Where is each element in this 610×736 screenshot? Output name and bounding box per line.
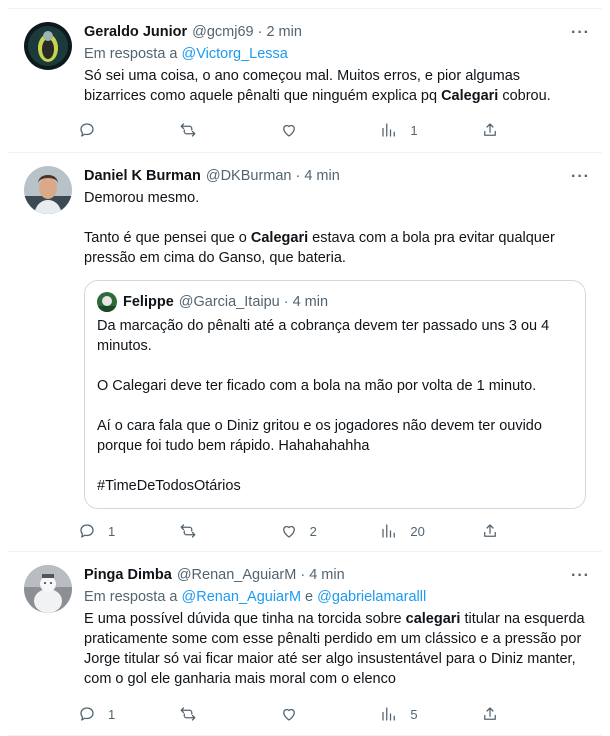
reply-context: Em resposta a @Victorg_Lessa xyxy=(84,44,586,64)
quoted-paragraph: Da marcação do pênalti até a cobrança de… xyxy=(97,318,550,354)
text-segment: Tanto é que pensei que o xyxy=(84,230,251,246)
tweet-actions: 1 xyxy=(78,119,582,141)
views-button[interactable]: 1 xyxy=(380,119,481,141)
timestamp[interactable]: 4 min xyxy=(304,166,339,186)
reply-context: Em resposta a @Renan_AguiarM e @gabriela… xyxy=(84,587,586,607)
quoted-display-name: Felippe xyxy=(123,294,174,310)
quoted-paragraph: Aí o cara fala que o Diniz gritou e os j… xyxy=(97,418,542,454)
reply-icon xyxy=(80,123,94,137)
reply-mention-link[interactable]: @Renan_AguiarM xyxy=(182,589,302,605)
share-button[interactable] xyxy=(481,520,582,542)
tweet-header: Geraldo Junior @gcmj69 · 2 min xyxy=(84,22,586,42)
retweet-button[interactable] xyxy=(179,520,280,542)
views-icon xyxy=(382,524,396,538)
retweet-icon xyxy=(180,123,196,137)
reply-mention-link[interactable]: @gabrielamaralll xyxy=(317,589,426,605)
like-count: 2 xyxy=(309,523,317,539)
like-icon xyxy=(282,525,295,538)
highlighted-term: calegari xyxy=(405,611,461,627)
avatar[interactable] xyxy=(24,22,72,70)
quoted-user-handle: @Garcia_Itaipu xyxy=(178,294,280,310)
quoted-timestamp: 4 min xyxy=(292,294,329,310)
more-icon[interactable]: ··· xyxy=(571,168,590,186)
display-name[interactable]: Pinga Dimba xyxy=(84,565,172,585)
retweet-icon xyxy=(180,524,196,538)
like-button[interactable] xyxy=(280,703,381,725)
tweet-header: Daniel K Burman @DKBurman · 4 min xyxy=(84,166,586,186)
share-icon xyxy=(484,123,497,136)
highlighted-term: Calegari xyxy=(441,88,499,104)
retweet-icon xyxy=(180,707,196,721)
tweet-actions: 1 2 20 xyxy=(78,520,582,542)
display-name[interactable]: Daniel K Burman xyxy=(84,166,201,186)
views-icon xyxy=(382,707,396,721)
retweet-button[interactable] xyxy=(179,703,280,725)
text-segment: cobrou. xyxy=(498,88,551,104)
reply-icon xyxy=(80,524,94,538)
user-handle[interactable]: @DKBurman xyxy=(206,166,292,186)
timestamp[interactable]: 4 min xyxy=(309,565,344,585)
quoted-tweet[interactable]: Felippe @Garcia_Itaipu · 4 min Da marcaç… xyxy=(84,280,586,509)
timestamp[interactable]: 2 min xyxy=(266,22,301,42)
separator-dot: · xyxy=(257,24,263,40)
separator-dot: · xyxy=(283,294,289,310)
reply-button[interactable]: 1 xyxy=(78,520,179,542)
reply-button[interactable] xyxy=(78,119,179,141)
views-button[interactable]: 5 xyxy=(380,703,481,725)
tweet-geraldo[interactable]: Geraldo Junior @gcmj69 · 2 min Em respos… xyxy=(8,10,602,153)
user-handle[interactable]: @gcmj69 xyxy=(192,22,253,42)
avatar[interactable] xyxy=(24,565,72,613)
user-handle[interactable]: @Renan_AguiarM xyxy=(177,565,297,585)
reply-icon xyxy=(80,707,94,721)
reply-count: 1 xyxy=(108,523,116,539)
quoted-tweet-text: Da marcação do pênalti até a cobrança de… xyxy=(97,316,573,496)
share-button[interactable] xyxy=(481,703,582,725)
tweet-daniel[interactable]: Daniel K Burman @DKBurman · 4 min Demoro… xyxy=(8,154,602,552)
views-count: 1 xyxy=(410,122,418,138)
like-button[interactable]: 2 xyxy=(280,520,381,542)
avatar[interactable] xyxy=(24,166,72,214)
views-button[interactable]: 20 xyxy=(380,520,481,542)
views-icon xyxy=(382,123,396,137)
like-button[interactable] xyxy=(280,119,381,141)
highlighted-term: Calegari xyxy=(250,230,309,246)
tweet-text: E uma possível dúvida que tinha na torci… xyxy=(84,609,586,689)
tweet-text: Só sei uma coisa, o ano começou mal. Mui… xyxy=(84,66,586,106)
tweet-header: Pinga Dimba @Renan_AguiarM · 4 min xyxy=(84,565,586,585)
text-segment: E uma possível dúvida que tinha na torci… xyxy=(84,611,406,627)
tweet-pinga[interactable]: Pinga Dimba @Renan_AguiarM · 4 min Em re… xyxy=(8,553,602,736)
views-count: 5 xyxy=(410,706,418,722)
text-paragraph: Demorou mesmo. xyxy=(84,190,200,206)
more-icon[interactable]: ··· xyxy=(571,24,590,42)
quoted-tweet-header: Felippe @Garcia_Itaipu · 4 min xyxy=(97,292,573,312)
reply-count: 1 xyxy=(108,706,116,722)
tweet-text: Demorou mesmo. Tanto é que pensei que o … xyxy=(84,188,586,268)
share-icon xyxy=(484,707,497,720)
reply-mention-link[interactable]: @Victorg_Lessa xyxy=(182,46,288,62)
quoted-avatar xyxy=(97,292,117,312)
reply-conjunction: e xyxy=(301,589,318,605)
quoted-paragraph: O Calegari deve ter ficado com a bola na… xyxy=(97,378,537,394)
reply-button[interactable]: 1 xyxy=(78,703,179,725)
share-button[interactable] xyxy=(481,119,582,141)
more-icon[interactable]: ··· xyxy=(571,567,590,585)
separator-dot: · xyxy=(300,567,306,583)
like-icon xyxy=(282,708,295,721)
views-count: 20 xyxy=(410,523,425,539)
separator-dot: · xyxy=(295,168,301,184)
reply-prefix: Em resposta a xyxy=(84,589,182,605)
like-icon xyxy=(282,124,295,137)
quoted-hashtag: #TimeDeTodosOtários xyxy=(97,478,241,494)
retweet-button[interactable] xyxy=(179,119,280,141)
reply-prefix: Em resposta a xyxy=(84,46,182,62)
tweet-actions: 1 5 xyxy=(78,703,582,725)
share-icon xyxy=(484,524,497,537)
timeline-top-divider xyxy=(8,0,602,9)
display-name[interactable]: Geraldo Junior xyxy=(84,22,187,42)
